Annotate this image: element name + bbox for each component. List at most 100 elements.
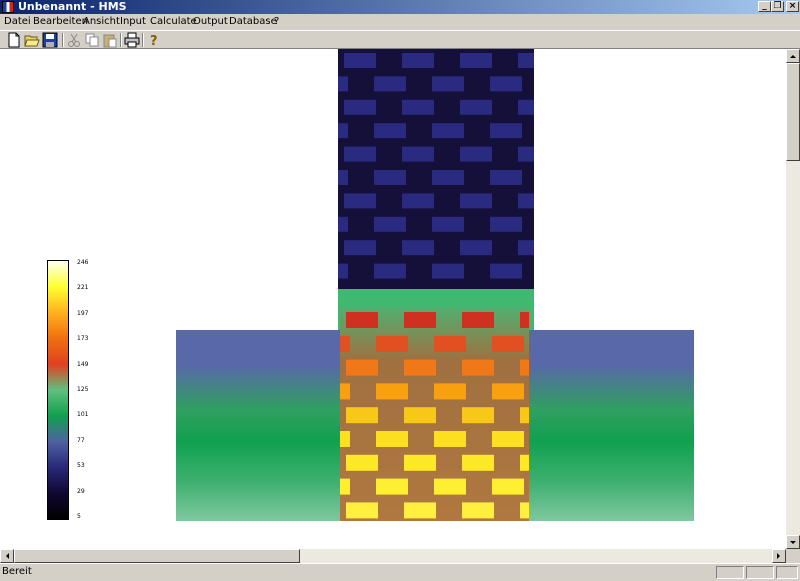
- brick: [520, 454, 529, 471]
- brick: [492, 431, 524, 447]
- brick: [340, 478, 350, 495]
- menu-bearbeiten[interactable]: Bearbeiten: [33, 15, 88, 29]
- brick: [490, 123, 522, 139]
- arrow-up-icon: [790, 55, 796, 58]
- legend-tick-label: 125: [77, 386, 89, 393]
- brick: [432, 170, 464, 185]
- scroll-down-button[interactable]: [786, 535, 800, 549]
- new-file-button[interactable]: [6, 32, 22, 48]
- brick: [492, 478, 524, 495]
- scroll-right-button[interactable]: [772, 549, 786, 563]
- brick: [434, 431, 466, 447]
- brick: [374, 170, 406, 185]
- brick: [490, 170, 522, 185]
- brick: [338, 76, 348, 92]
- brick: [338, 123, 348, 139]
- save-button[interactable]: [42, 32, 58, 48]
- title-bar[interactable]: Unbenannt - HMS _ ❐ ×: [0, 0, 800, 14]
- close-button[interactable]: ×: [786, 1, 799, 12]
- brick: [518, 193, 534, 209]
- brick: [344, 240, 376, 256]
- arrow-right-icon: [777, 553, 780, 559]
- toolbar: ?: [0, 30, 800, 49]
- svg-text:?: ?: [150, 34, 158, 48]
- restore-button[interactable]: ❐: [771, 1, 784, 12]
- paste-icon: [103, 34, 117, 48]
- menu-help[interactable]: ?: [274, 15, 279, 29]
- brick: [518, 146, 534, 162]
- paste-button[interactable]: [102, 32, 118, 48]
- new-file-icon: [8, 32, 20, 48]
- menu-database[interactable]: Database: [229, 15, 277, 29]
- scroll-left-button[interactable]: [0, 549, 14, 563]
- brick: [374, 123, 406, 139]
- toolbar-separator: [62, 33, 64, 47]
- brick: [462, 312, 494, 328]
- status-bar: Bereit: [0, 563, 800, 581]
- status-pane: [776, 566, 798, 579]
- minimize-button[interactable]: _: [758, 1, 771, 12]
- copy-icon: [85, 33, 99, 47]
- brick: [460, 240, 492, 256]
- open-button[interactable]: [24, 32, 40, 48]
- toolbar-separator: [120, 33, 122, 47]
- legend-tick-label: 173: [77, 335, 89, 343]
- arrow-down-icon: [790, 541, 796, 544]
- brick: [338, 170, 348, 185]
- menu-ansicht[interactable]: Ansicht: [83, 15, 120, 29]
- brick: [376, 478, 408, 495]
- document-view[interactable]: 246 221 197 173 149 125 101 77 53 29 5: [0, 49, 786, 549]
- legend-tick-label: 221: [77, 284, 89, 292]
- brick: [402, 240, 434, 256]
- app-icon[interactable]: [2, 1, 14, 13]
- brick: [490, 76, 522, 92]
- brick: [402, 53, 434, 68]
- brick: [404, 359, 436, 376]
- menu-datei[interactable]: Datei: [4, 15, 31, 29]
- brick: [404, 454, 436, 471]
- brick: [518, 99, 534, 115]
- brick: [404, 502, 436, 519]
- help-button[interactable]: ?: [146, 32, 162, 48]
- vertical-scrollbar[interactable]: [786, 49, 800, 549]
- copy-button[interactable]: [84, 32, 100, 48]
- brick: [462, 454, 494, 471]
- menu-calculate[interactable]: Calculate: [150, 15, 197, 29]
- menu-input[interactable]: Input: [120, 15, 146, 29]
- brick: [460, 193, 492, 209]
- brick: [462, 407, 494, 424]
- help-icon: ?: [150, 34, 158, 48]
- arrow-left-icon: [6, 553, 9, 559]
- legend-tick-label: 53: [77, 462, 85, 470]
- brick: [340, 383, 350, 400]
- vertical-scroll-thumb[interactable]: [786, 63, 800, 161]
- legend-tick-label: 246: [77, 259, 89, 266]
- scrollbar-corner: [786, 549, 800, 563]
- horizontal-scroll-thumb[interactable]: [14, 549, 300, 563]
- heat-simulation-canvas: [176, 49, 694, 521]
- cut-icon: [68, 33, 80, 47]
- brick: [434, 478, 466, 495]
- cut-button[interactable]: [66, 32, 82, 48]
- brick: [404, 407, 436, 424]
- brick: [518, 53, 534, 68]
- save-icon: [42, 32, 58, 48]
- legend-tick-label: 101: [77, 411, 89, 419]
- print-button[interactable]: [124, 32, 140, 48]
- brick: [376, 431, 408, 447]
- brick: [518, 240, 534, 256]
- brick: [492, 383, 524, 400]
- brick: [344, 53, 376, 68]
- legend-tick-label: 77: [77, 436, 85, 444]
- menu-output[interactable]: Output: [193, 15, 228, 29]
- menu-bar: Datei Bearbeiten Ansicht Input Calculate…: [0, 14, 800, 30]
- scroll-up-button[interactable]: [786, 49, 800, 63]
- brick: [462, 502, 494, 519]
- legend-tick-label: 149: [77, 360, 89, 368]
- brick: [492, 335, 524, 352]
- brick: [340, 431, 350, 447]
- brick: [402, 193, 434, 209]
- horizontal-scrollbar[interactable]: [0, 549, 786, 563]
- brick: [346, 502, 378, 519]
- brick: [338, 216, 348, 232]
